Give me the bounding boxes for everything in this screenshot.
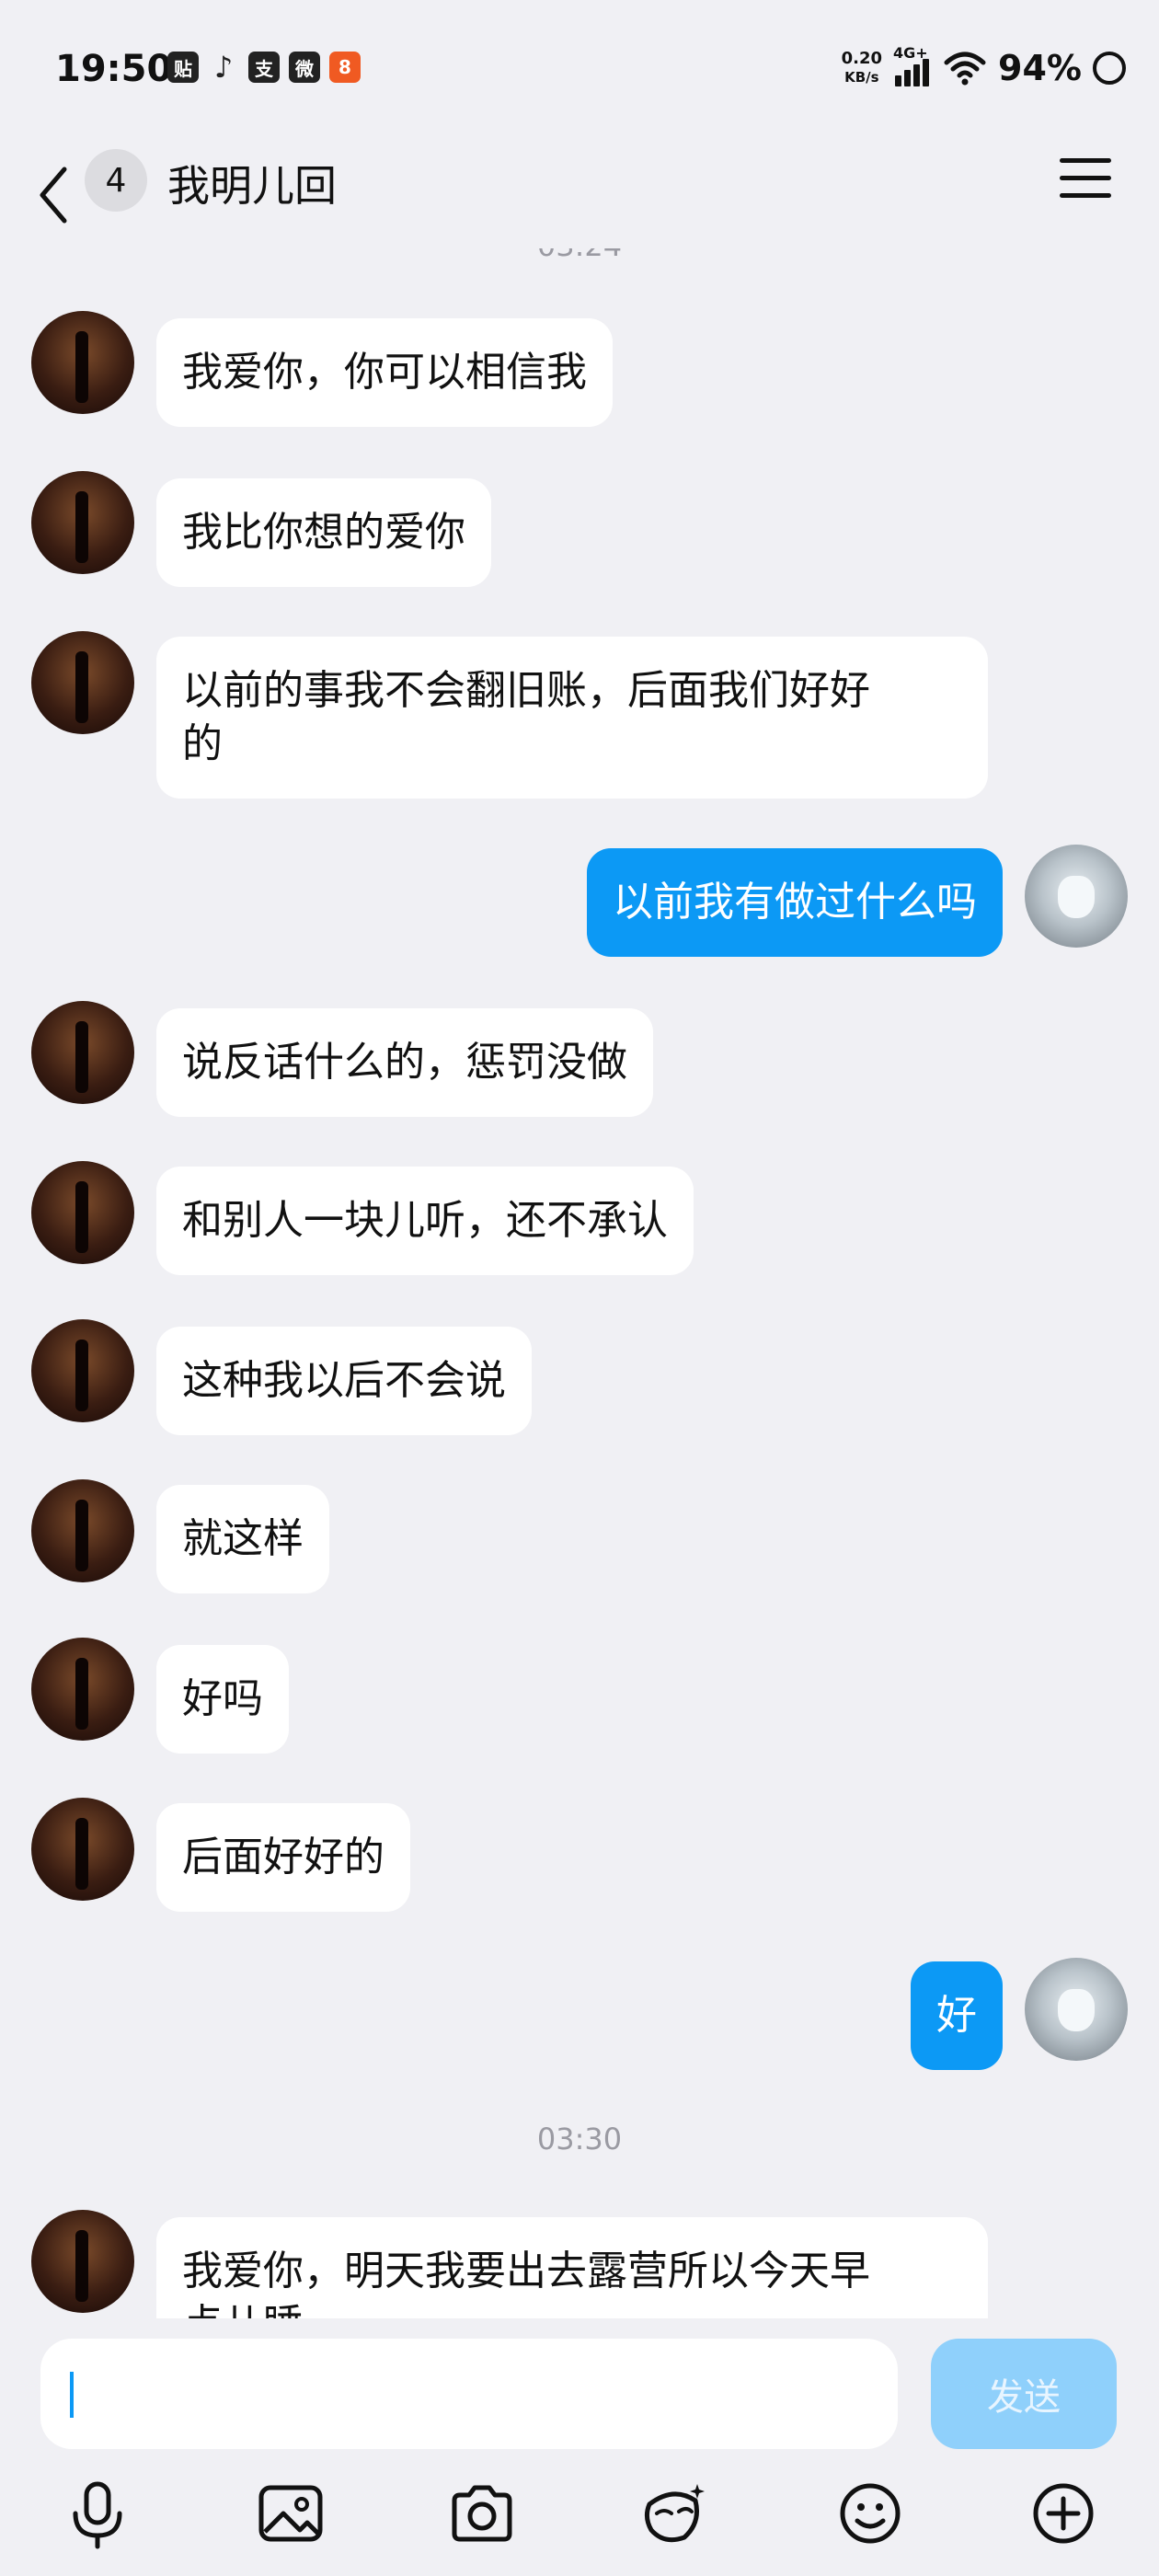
contact-avatar[interactable]: [31, 1479, 134, 1582]
message-bubble-received[interactable]: 就这样: [156, 1485, 329, 1593]
net-speed-unit: KB/s: [844, 69, 879, 86]
back-arrow-icon[interactable]: [35, 166, 72, 224]
message-bubble-received[interactable]: 我爱你，你可以相信我: [156, 318, 613, 427]
microphone-icon[interactable]: [61, 2477, 134, 2550]
chat-title[interactable]: 我明儿回: [167, 153, 337, 213]
contact-avatar[interactable]: [31, 1161, 134, 1264]
message-text: 我爱你，明天我要出去露营所以今天早: [182, 2248, 870, 2294]
status-bar: 19:50 贴 ♪ 支 微 8 0.20 KB/s 4G+ 94%: [0, 0, 1159, 138]
contact-avatar[interactable]: [31, 311, 134, 414]
contact-avatar[interactable]: [31, 631, 134, 734]
battery-level: 94%: [998, 48, 1082, 88]
timestamp: 03:24: [0, 248, 1159, 263]
tiktok-app-icon: ♪: [213, 50, 234, 85]
contact-avatar[interactable]: [31, 1319, 134, 1422]
message-bubble-received[interactable]: 我比你想的爱你: [156, 478, 491, 587]
text-caret: [70, 2372, 74, 2418]
my-avatar[interactable]: [1025, 1958, 1128, 2061]
send-button[interactable]: 发送: [931, 2339, 1117, 2449]
message-bubble-received[interactable]: 好吗: [156, 1645, 289, 1754]
message-text: 点儿睡: [182, 2298, 962, 2318]
wechat-app-icon: 微: [289, 52, 320, 83]
message-bubble-received[interactable]: 这种我以后不会说: [156, 1327, 532, 1435]
status-time: 19:50: [55, 48, 173, 90]
alipay-app-icon: 支: [248, 52, 280, 83]
contact-avatar[interactable]: [31, 471, 134, 574]
emoji-icon[interactable]: [833, 2477, 907, 2550]
message-input[interactable]: [40, 2339, 898, 2449]
menu-icon[interactable]: [1060, 158, 1111, 199]
message-text: 的: [182, 720, 223, 767]
contact-avatar[interactable]: [31, 1798, 134, 1901]
contact-avatar[interactable]: [31, 1001, 134, 1104]
message-bubble-sent[interactable]: 好: [911, 1961, 1003, 2070]
contact-avatar[interactable]: [31, 2210, 134, 2313]
message-bubble-received[interactable]: 以前的事我不会翻旧账，后面我们好好 的: [156, 637, 988, 799]
cell-signal-icon: 4G+: [893, 44, 932, 86]
image-icon[interactable]: [254, 2477, 327, 2550]
face-magic-icon[interactable]: [637, 2477, 710, 2550]
message-bubble-received[interactable]: 我爱你，明天我要出去露营所以今天早 点儿睡: [156, 2217, 988, 2318]
timestamp: 03:30: [536, 2122, 623, 2156]
composer-toolbar: [0, 2466, 1159, 2558]
composer: 发送: [0, 2318, 1159, 2576]
message-bubble-received[interactable]: 说反话什么的，惩罚没做: [156, 1008, 653, 1117]
contact-avatar[interactable]: [31, 1638, 134, 1741]
plus-icon[interactable]: [1027, 2477, 1100, 2550]
net-speed: 0.20 KB/s: [842, 50, 882, 86]
message-list[interactable]: 03:24 我爱你，你可以相信我 我比你想的爱你 以前的事我不会翻旧账，后面我们…: [0, 248, 1159, 2318]
status-indicators: 0.20 KB/s 4G+ 94%: [842, 44, 1126, 88]
tieba-app-icon: 贴: [167, 52, 199, 83]
my-avatar[interactable]: [1025, 845, 1128, 948]
app-notification-icon: 8: [329, 52, 361, 83]
net-speed-value: 0.20: [841, 49, 883, 68]
battery-icon: [1093, 52, 1126, 85]
unread-count-badge[interactable]: 4: [85, 149, 147, 212]
message-bubble-received[interactable]: 后面好好的: [156, 1803, 410, 1912]
wifi-icon: [944, 52, 986, 86]
camera-icon[interactable]: [445, 2477, 519, 2550]
message-bubble-received[interactable]: 和别人一块儿听，还不承认: [156, 1167, 694, 1275]
message-text: 以前的事我不会翻旧账，后面我们好好: [182, 667, 870, 714]
message-bubble-sent[interactable]: 以前我有做过什么吗: [587, 848, 1003, 957]
status-app-icons: 贴 ♪ 支 微 8: [167, 50, 361, 85]
